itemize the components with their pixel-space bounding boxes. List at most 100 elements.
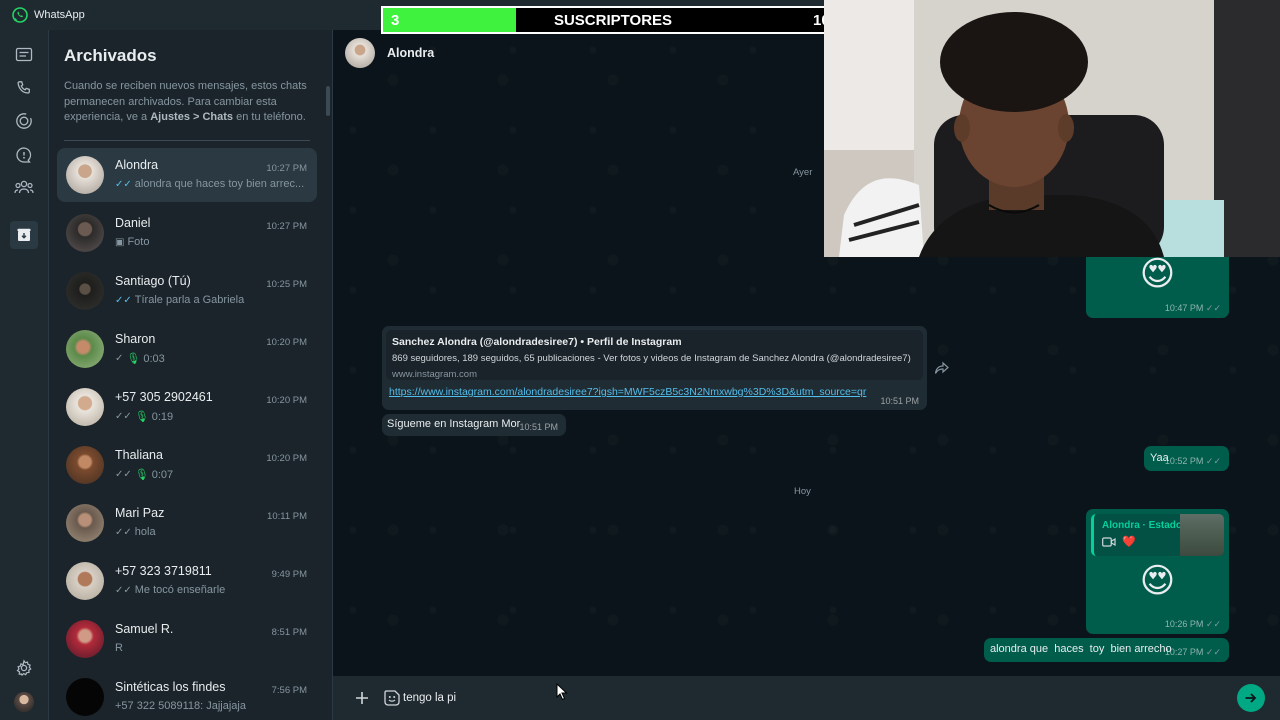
list-item[interactable]: Sintéticas los findes 7:56 PM +57 322 50…	[57, 670, 317, 720]
incoming-link-message[interactable]: Sanchez Alondra (@alondradesiree7) • Per…	[382, 326, 927, 410]
link-preview-domain: www.instagram.com	[392, 369, 477, 380]
outgoing-text-message[interactable]: Yaa 10:52 PM ✓✓	[1144, 446, 1229, 471]
chat-time: 10:20 PM	[266, 453, 307, 464]
navigation-rail	[0, 30, 49, 720]
mouse-cursor-icon	[556, 683, 568, 701]
communities-icon[interactable]	[12, 175, 36, 199]
chat-list-scrollbar[interactable]	[326, 86, 330, 116]
chat-name: +57 323 3719811	[115, 564, 212, 578]
message-meta: 10:51 PM	[519, 422, 558, 432]
avatar	[66, 330, 104, 368]
chats-icon[interactable]	[12, 43, 36, 67]
conversation-header[interactable]: Alondra	[333, 30, 823, 76]
avatar	[66, 562, 104, 600]
chat-name: Thaliana	[115, 448, 163, 462]
check-icon: ✓	[115, 353, 124, 364]
microphone-icon: 🎙	[134, 411, 149, 423]
divider	[64, 140, 310, 141]
message-link[interactable]: https://www.instagram.com/alondradesiree…	[389, 386, 883, 398]
double-check-icon: ✓✓	[115, 526, 132, 538]
sticker-icon[interactable]	[381, 687, 403, 709]
avatar	[66, 446, 104, 484]
message-input[interactable]	[403, 685, 1223, 711]
avatar	[66, 388, 104, 426]
outgoing-status-reply[interactable]: Alondra · Estados ❤️ 😍 10:26 PM ✓✓	[1086, 509, 1229, 634]
chat-preview: R	[115, 642, 123, 654]
message-meta: 10:51 PM	[880, 396, 919, 406]
list-item[interactable]: Alondra 10:27 PM ✓✓ alondra que haces toy…	[57, 148, 317, 202]
heart-emoji: ❤️	[1122, 536, 1136, 548]
chat-name: Daniel	[115, 216, 151, 230]
chat-name: Alondra	[115, 158, 159, 172]
contact-name[interactable]: Alondra	[387, 46, 434, 60]
message-meta: 10:26 PM ✓✓	[1164, 619, 1221, 629]
heart-eyes-emoji: 😍	[1139, 255, 1176, 293]
chat-time: 7:56 PM	[271, 685, 307, 696]
chat-preview: ✓✓ 🎙 0:07	[115, 468, 174, 482]
double-check-icon: ✓✓	[1205, 456, 1221, 466]
settings-icon[interactable]	[12, 656, 36, 680]
chat-name: Sharon	[115, 332, 156, 346]
chat-name: Santiago (Tú)	[115, 274, 191, 288]
send-button[interactable]	[1237, 684, 1265, 712]
avatar	[66, 678, 104, 716]
chat-time: 10:20 PM	[266, 337, 307, 348]
panel-title: Archivados	[64, 46, 157, 65]
incoming-text-message[interactable]: Sígueme en Instagram Mor 10:51 PM	[382, 414, 566, 436]
chat-name: Sintéticas los findes	[115, 680, 226, 694]
attach-plus-icon[interactable]	[351, 687, 373, 709]
subscriber-label: SUSCRIPTORES	[553, 12, 673, 29]
quoted-status[interactable]: Alondra · Estados ❤️	[1091, 514, 1224, 556]
forward-icon[interactable]	[934, 361, 950, 375]
status-thumbnail	[1180, 514, 1224, 556]
double-check-icon: ✓✓	[115, 584, 132, 596]
subscriber-progress-overlay: 3 SUSCRIPTORES 10	[381, 6, 829, 34]
status-icon[interactable]	[12, 109, 36, 133]
double-check-icon: ✓✓	[1205, 647, 1221, 657]
profile-avatar[interactable]	[12, 690, 36, 714]
contact-avatar[interactable]	[345, 38, 375, 68]
chat-time: 10:27 PM	[266, 163, 307, 174]
list-item[interactable]: Santiago (Tú) 10:25 PM ✓✓ Tírale parla a …	[57, 264, 317, 318]
app-title: WhatsApp	[34, 9, 85, 21]
chat-name: +57 305 2902461	[115, 390, 213, 404]
link-preview-card[interactable]: Sanchez Alondra (@alondradesiree7) • Per…	[386, 330, 923, 380]
chat-preview: ✓✓ 🎙 0:19	[115, 410, 174, 424]
chat-time: 10:27 PM	[266, 221, 307, 232]
quoted-author: Alondra · Estados	[1102, 520, 1188, 531]
link-preview-title: Sanchez Alondra (@alondradesiree7) • Per…	[392, 336, 682, 348]
list-item[interactable]: Mari Paz 10:11 PM ✓✓ hola	[57, 496, 317, 550]
list-item[interactable]: Samuel R. 8:51 PM R	[57, 612, 317, 666]
link-preview-description: 869 seguidores, 189 seguidos, 65 publica…	[392, 353, 911, 364]
list-item[interactable]: Daniel 10:27 PM ▣ Foto	[57, 206, 317, 260]
photo-icon: ▣	[115, 236, 125, 248]
chat-time: 8:51 PM	[271, 627, 307, 638]
message-meta: 10:27 PM ✓✓	[1164, 647, 1221, 657]
list-item[interactable]: +57 305 2902461 10:20 PM ✓✓ 🎙 0:19	[57, 380, 317, 434]
day-separator: Ayer	[793, 167, 813, 178]
heart-eyes-emoji: 😍	[1139, 562, 1176, 600]
webcam-overlay	[824, 0, 1280, 257]
double-check-icon: ✓✓	[1205, 619, 1221, 629]
chat-preview: ✓✓ alondra que haces toy bien arrec...	[115, 178, 305, 190]
calls-icon[interactable]	[12, 76, 36, 100]
double-check-icon: ✓✓	[1205, 303, 1221, 313]
chat-time: 9:49 PM	[271, 569, 307, 580]
chat-name: Samuel R.	[115, 622, 174, 636]
chat-time: 10:25 PM	[266, 279, 307, 290]
chat-preview: +57 322 5089118: Jajjajaja	[115, 700, 246, 712]
avatar	[66, 272, 104, 310]
archived-info-text: Cuando se reciben nuevos mensajes, estos…	[64, 80, 307, 123]
channels-icon[interactable]	[12, 143, 36, 167]
archived-icon[interactable]	[10, 221, 38, 249]
double-check-icon: ✓✓	[115, 294, 132, 306]
list-item[interactable]: Thaliana 10:20 PM ✓✓ 🎙 0:07	[57, 438, 317, 492]
message-meta: 10:52 PM ✓✓	[1164, 456, 1221, 466]
list-item[interactable]: Sharon 10:20 PM ✓ 🎙 0:03	[57, 322, 317, 376]
list-item[interactable]: +57 323 3719811 9:49 PM ✓✓ Me tocó enseña…	[57, 554, 317, 608]
chat-preview: ✓✓ Me tocó enseñarle	[115, 584, 226, 596]
outgoing-text-message[interactable]: alondra que haces toy bien arrecho 10:27…	[984, 638, 1229, 662]
send-icon	[1245, 693, 1257, 703]
double-check-icon: ✓✓	[115, 178, 132, 190]
avatar	[66, 504, 104, 542]
